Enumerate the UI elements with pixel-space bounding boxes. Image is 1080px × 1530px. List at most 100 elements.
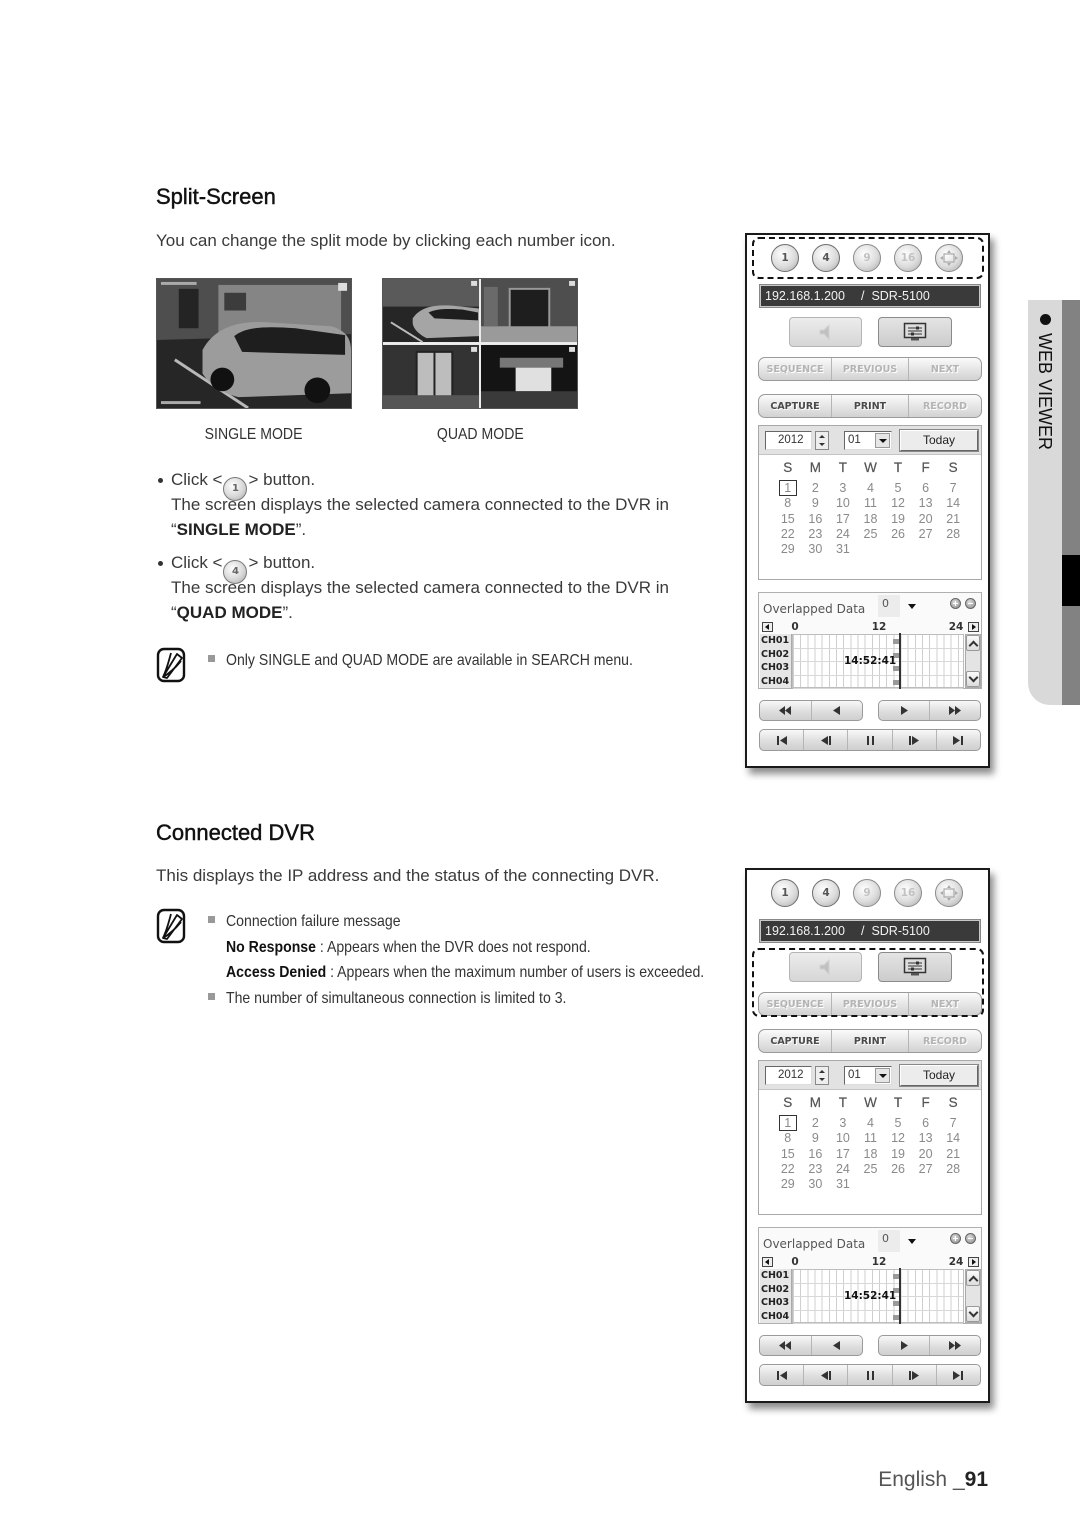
calendar-day[interactable]: 17 [829, 511, 857, 527]
calendar-day-number[interactable]: 30 [808, 542, 822, 556]
calendar-day[interactable]: 9 [802, 495, 830, 511]
channel-label[interactable]: CH01 [760, 634, 791, 648]
calendar-day-number[interactable]: 2 [812, 1116, 819, 1130]
calendar-day[interactable]: 20 [912, 1146, 940, 1162]
calendar-day-number[interactable]: 22 [781, 527, 795, 541]
calendar-day[interactable]: 17 [829, 1146, 857, 1162]
calendar-day[interactable]: 10 [829, 1130, 857, 1146]
dropdown-arrow-icon[interactable] [908, 1239, 916, 1244]
step-back-button[interactable] [803, 730, 847, 750]
fast-forward-button[interactable] [929, 701, 980, 720]
calendar-day-number[interactable]: 7 [950, 1116, 957, 1130]
calendar-day-number[interactable]: 31 [836, 1177, 850, 1191]
calendar-day-number[interactable]: 24 [836, 527, 850, 541]
calendar-day-number[interactable]: 28 [946, 1162, 960, 1176]
channel-label[interactable]: CH03 [760, 661, 791, 675]
calendar-day-number[interactable]: 7 [950, 481, 957, 495]
timeline-right-arrow-icon[interactable] [968, 622, 979, 632]
calendar-day[interactable]: 25 [857, 1161, 885, 1177]
dropdown-arrow-icon[interactable] [908, 604, 916, 609]
current-time-marker[interactable] [898, 1268, 901, 1324]
skip-to-end-button[interactable] [935, 1365, 980, 1385]
calendar-day[interactable]: 18 [857, 1146, 885, 1162]
calendar-day-number[interactable]: 25 [864, 527, 878, 541]
channel-label[interactable]: CH03 [760, 1296, 791, 1310]
fast-rewind-button[interactable] [760, 701, 811, 720]
calendar-day[interactable]: 12 [884, 495, 912, 511]
calendar-day-number[interactable]: 28 [946, 527, 960, 541]
calendar-day-number[interactable]: 3 [839, 1116, 846, 1130]
split-16-button[interactable]: 16 [894, 244, 922, 272]
calendar-day[interactable]: 4 [857, 480, 885, 496]
step-forward-button[interactable] [891, 730, 936, 750]
dropdown-arrow-icon[interactable] [875, 433, 890, 448]
calendar-day-number[interactable]: 5 [895, 1116, 902, 1130]
reverse-play-button[interactable] [810, 1336, 863, 1355]
scroll-up-icon[interactable] [966, 1270, 980, 1286]
overlap-select[interactable]: 0 [878, 1230, 922, 1252]
calendar-day-number[interactable]: 13 [919, 496, 933, 510]
calendar-day-number[interactable]: 21 [946, 1147, 960, 1161]
calendar-day-number[interactable]: 29 [781, 542, 795, 556]
calendar-day-number[interactable]: 26 [891, 1162, 905, 1176]
timeline-right-arrow-icon[interactable] [968, 1257, 979, 1267]
calendar-day-number[interactable]: 9 [812, 1131, 819, 1145]
calendar-day[interactable]: 28 [939, 1161, 967, 1177]
calendar-day[interactable]: 30 [802, 1176, 830, 1192]
calendar-day[interactable]: 29 [774, 541, 802, 557]
calendar-day[interactable]: 19 [884, 511, 912, 527]
calendar-day[interactable]: 2 [802, 480, 830, 496]
calendar-day[interactable]: 30 [802, 541, 830, 557]
zoom-out-icon[interactable] [965, 598, 976, 609]
fast-forward-button[interactable] [929, 1336, 980, 1355]
calendar-day-number[interactable]: 14 [946, 496, 960, 510]
split-1-button[interactable]: 1 [771, 244, 799, 272]
calendar-day-number[interactable]: 12 [891, 496, 905, 510]
calendar-day-number[interactable]: 14 [946, 1131, 960, 1145]
calendar-day-number[interactable]: 18 [864, 1147, 878, 1161]
calendar-day[interactable]: 5 [884, 480, 912, 496]
calendar-day[interactable]: 6 [912, 1115, 940, 1131]
calendar-day[interactable]: 23 [802, 526, 830, 542]
month-select[interactable]: 01 [844, 431, 892, 450]
calendar-day-number[interactable]: 5 [895, 481, 902, 495]
calendar-day[interactable]: 26 [884, 1161, 912, 1177]
calendar-day[interactable]: 21 [939, 1146, 967, 1162]
calendar-day-number[interactable]: 20 [919, 512, 933, 526]
capture-button[interactable]: CAPTURE [759, 1030, 831, 1052]
fullscreen-button[interactable] [935, 879, 963, 907]
calendar-day[interactable]: 22 [774, 1161, 802, 1177]
spin-up-icon[interactable] [819, 1070, 825, 1073]
scroll-down-icon[interactable] [966, 671, 980, 687]
calendar-day-number[interactable]: 10 [836, 496, 850, 510]
split-1-button[interactable]: 1 [771, 879, 799, 907]
channel-timeline-row[interactable] [793, 1311, 963, 1324]
calendar-day[interactable]: 22 [774, 526, 802, 542]
split-4-button[interactable]: 4 [812, 879, 840, 907]
calendar-day[interactable]: 7 [939, 1115, 967, 1131]
zoom-in-icon[interactable] [950, 598, 961, 609]
step-forward-button[interactable] [891, 1365, 936, 1385]
scroll-down-icon[interactable] [966, 1306, 980, 1322]
calendar-day[interactable]: 16 [802, 511, 830, 527]
calendar-day-number[interactable]: 19 [891, 512, 905, 526]
channel-timeline-row[interactable] [793, 676, 963, 689]
calendar-day[interactable]: 11 [857, 1130, 885, 1146]
channel-label[interactable]: CH02 [760, 648, 791, 662]
previous-button[interactable]: PREVIOUS [831, 993, 908, 1015]
calendar-day-number[interactable]: 3 [839, 481, 846, 495]
channel-timeline-row[interactable] [793, 1270, 963, 1284]
year-spinner[interactable] [815, 1066, 829, 1085]
step-back-button[interactable] [803, 1365, 847, 1385]
calendar-day-selected[interactable]: 1 [778, 1115, 797, 1131]
sequence-button[interactable]: SEQUENCE [759, 993, 831, 1015]
calendar-day[interactable]: 25 [857, 526, 885, 542]
calendar-day[interactable]: 14 [939, 495, 967, 511]
play-button[interactable] [879, 1336, 929, 1355]
play-button[interactable] [879, 701, 929, 720]
pause-button[interactable] [847, 730, 891, 750]
year-input[interactable]: 2012 [765, 1066, 812, 1085]
calendar-day-number[interactable]: 31 [836, 542, 850, 556]
calendar-day-number[interactable]: 9 [812, 496, 819, 510]
calendar-day[interactable]: 2 [802, 1115, 830, 1131]
